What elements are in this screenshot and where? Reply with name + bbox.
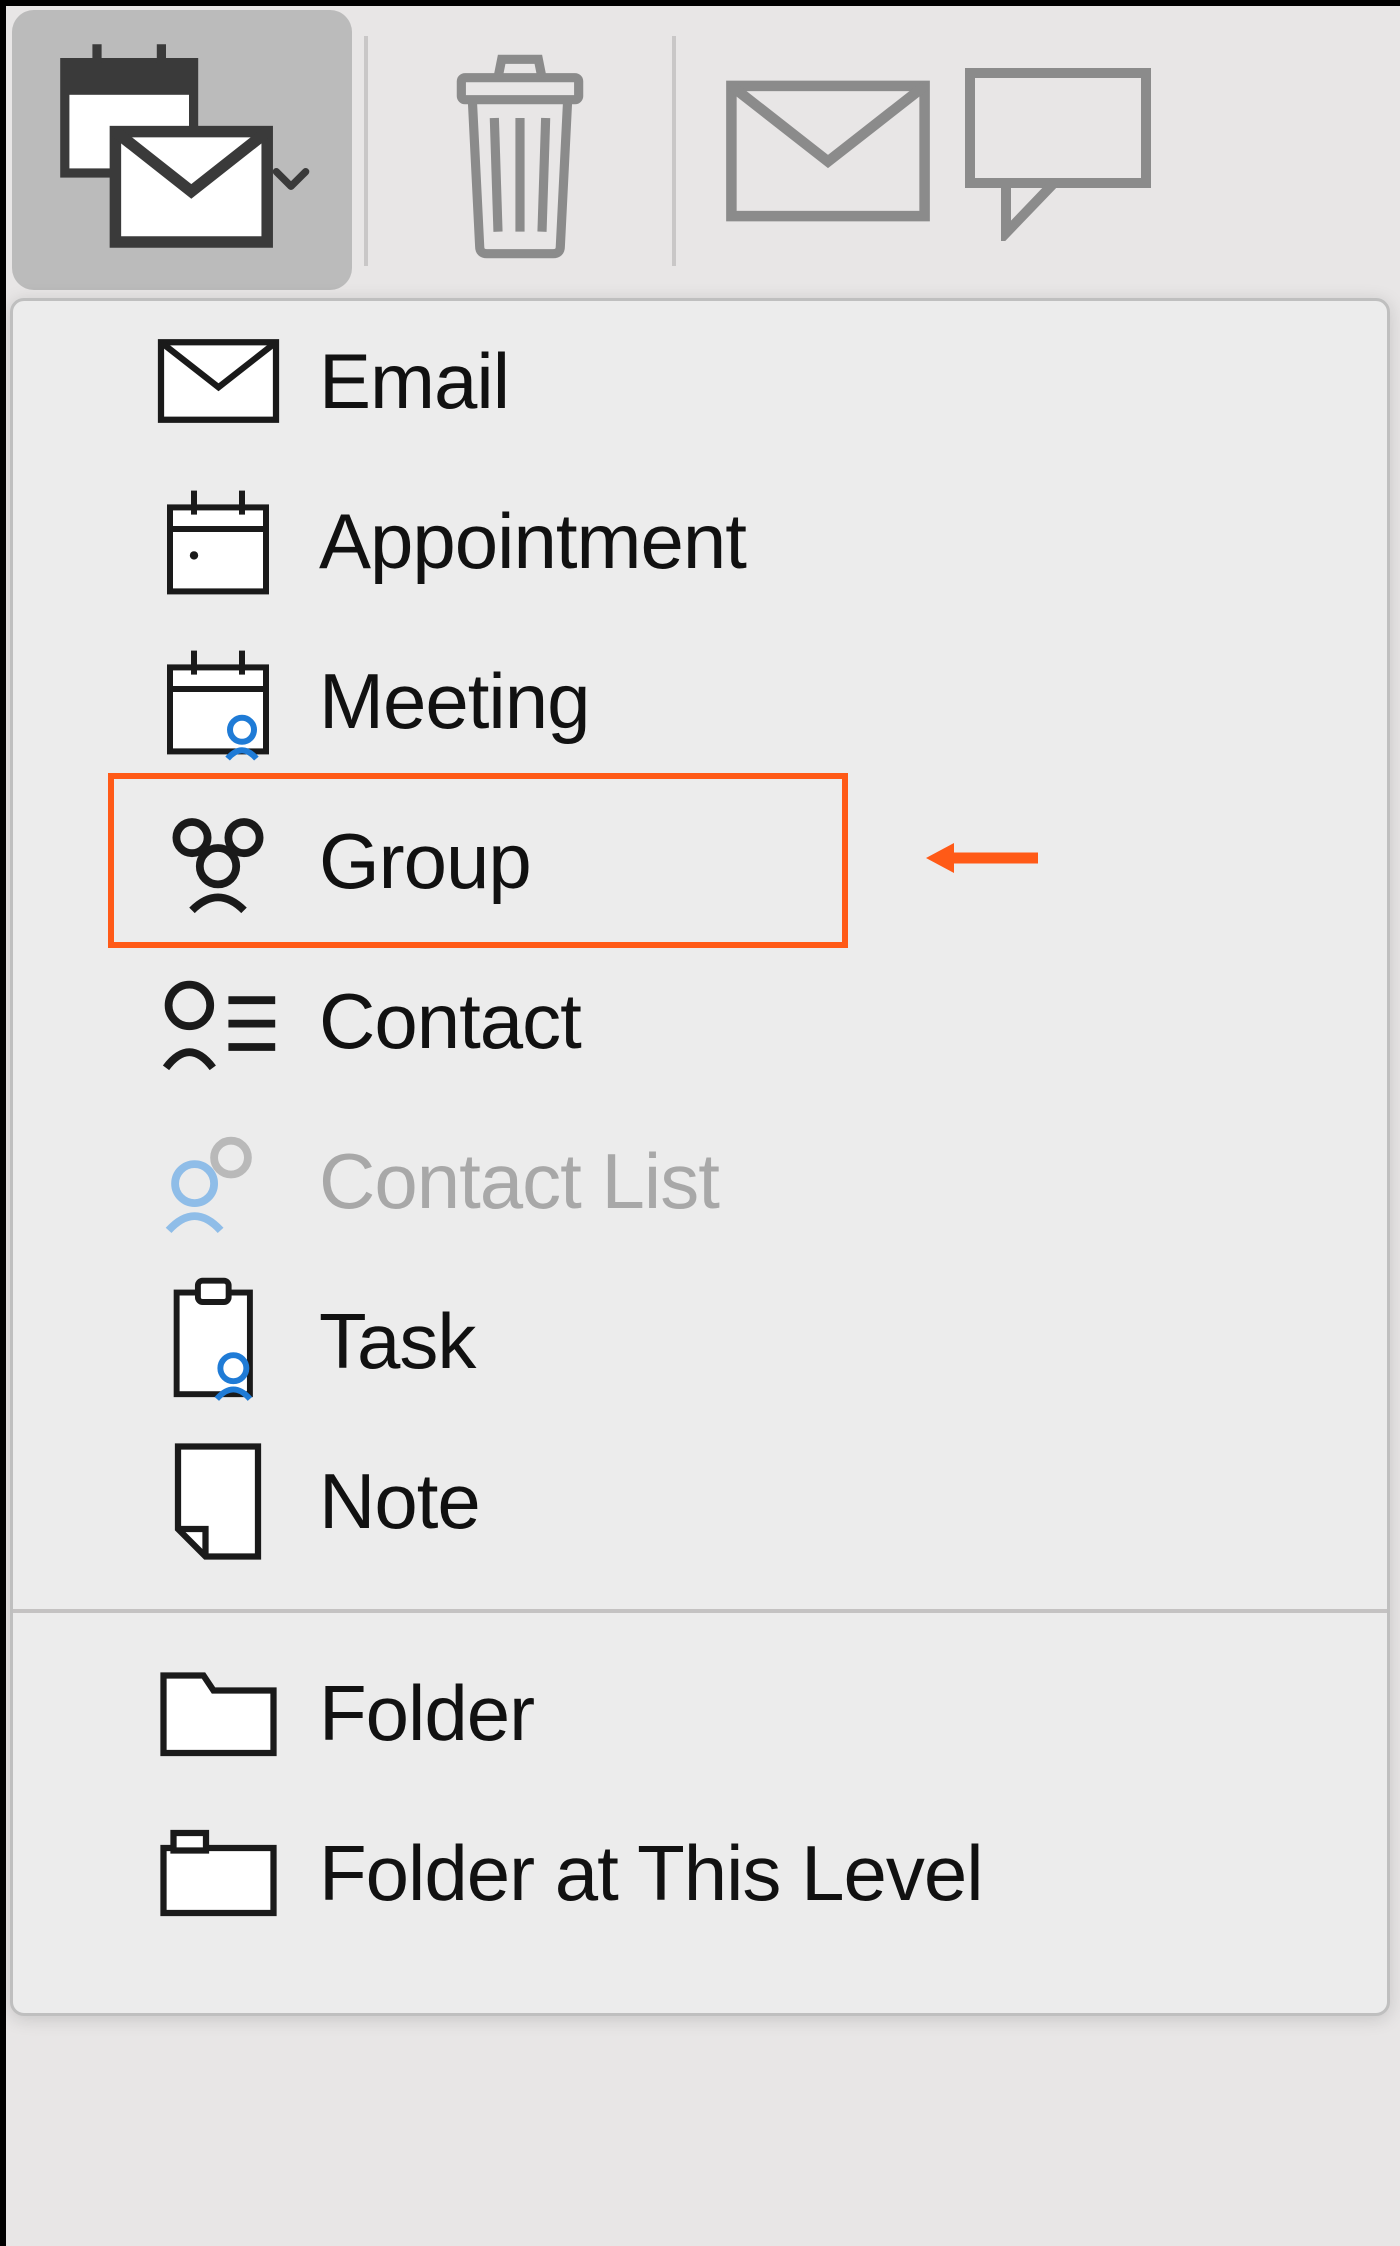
mail-icon	[723, 71, 933, 231]
menu-item-label: Group	[319, 816, 531, 907]
menu-item-email[interactable]: Email	[13, 301, 1387, 461]
annotation-arrow-icon	[918, 823, 1048, 893]
menu-item-group[interactable]: Group	[13, 781, 1387, 941]
clipboard-person-icon	[153, 1276, 283, 1406]
mail-button[interactable]	[688, 6, 968, 296]
menu-item-contact-list: Contact List	[13, 1101, 1387, 1261]
menu-item-label: Folder	[319, 1668, 534, 1759]
people-icon	[153, 796, 283, 926]
new-item-dropdown: Email Appointment Meeting	[10, 298, 1390, 2016]
calendar-person-icon	[153, 636, 283, 766]
toolbar	[6, 6, 1400, 296]
menu-item-contact[interactable]: Contact	[13, 941, 1387, 1101]
folder-tab-icon	[153, 1808, 283, 1938]
mail-icon	[153, 316, 283, 446]
note-icon	[153, 1436, 283, 1566]
folder-icon	[153, 1648, 283, 1778]
separator	[364, 36, 368, 266]
menu-item-label: Email	[319, 336, 509, 427]
menu-item-meeting[interactable]: Meeting	[13, 621, 1387, 781]
reply-button[interactable]	[968, 6, 1148, 296]
menu-item-label: Contact List	[319, 1136, 719, 1227]
trash-icon	[425, 41, 615, 261]
menu-item-label: Task	[319, 1296, 475, 1387]
menu-item-label: Note	[319, 1456, 480, 1547]
menu-item-folder-level[interactable]: Folder at This Level	[13, 1793, 1387, 1953]
people-light-icon	[153, 1116, 283, 1246]
separator	[672, 36, 676, 266]
menu-item-label: Folder at This Level	[319, 1828, 983, 1919]
menu-item-appointment[interactable]: Appointment	[13, 461, 1387, 621]
menu-item-label: Appointment	[319, 496, 746, 587]
chat-bubble-icon	[958, 61, 1158, 241]
calendar-mail-icon	[51, 35, 281, 265]
menu-divider	[13, 1609, 1387, 1613]
menu-item-label: Contact	[319, 976, 581, 1067]
menu-item-label: Meeting	[319, 656, 590, 747]
calendar-dot-icon	[153, 476, 283, 606]
menu-item-folder[interactable]: Folder	[13, 1633, 1387, 1793]
new-item-button[interactable]	[12, 10, 352, 290]
menu-item-note[interactable]: Note	[13, 1421, 1387, 1581]
menu-item-task[interactable]: Task	[13, 1261, 1387, 1421]
delete-button[interactable]	[380, 6, 660, 296]
contact-icon	[153, 956, 283, 1086]
